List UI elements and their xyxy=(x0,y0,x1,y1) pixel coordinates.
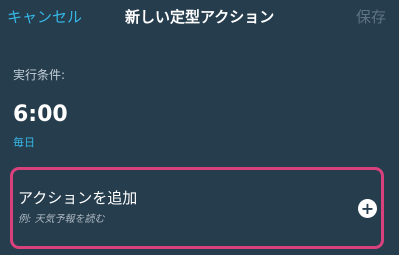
page-title: 新しい定型アクション xyxy=(125,8,275,26)
trigger-recurrence[interactable]: 毎日 xyxy=(13,134,35,150)
add-action-hint: 例: 天気予報を読む xyxy=(18,214,105,225)
save-button[interactable]: 保存 xyxy=(356,6,386,27)
add-action-button[interactable]: アクションを追加 例: 天気予報を読む + xyxy=(10,167,384,249)
trigger-section-label: 実行条件: xyxy=(13,68,66,82)
plus-circle-icon[interactable]: + xyxy=(358,199,377,218)
add-action-label: アクションを追加 xyxy=(18,189,138,207)
top-bar: キャンセル 新しい定型アクション 保存 xyxy=(0,0,399,33)
trigger-time[interactable]: 6:00 xyxy=(13,102,68,127)
cancel-button[interactable]: キャンセル xyxy=(7,6,82,27)
